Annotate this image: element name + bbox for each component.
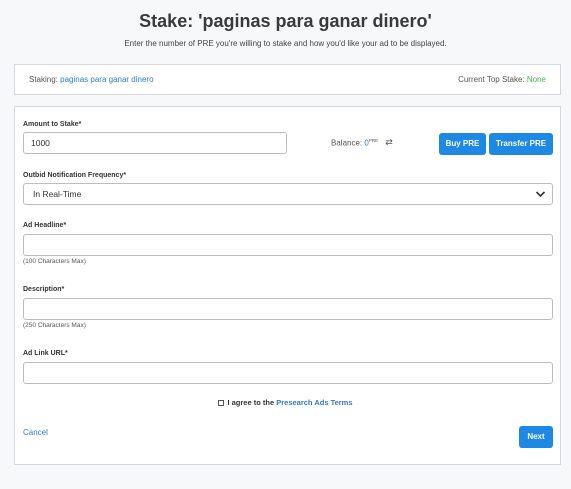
agree-terms-row: I agree to the Presearch Ads Terms	[0, 398, 571, 407]
headline-hint: (100 Characters Max)	[23, 258, 86, 265]
top-stake-label: Current Top Stake:	[458, 75, 525, 84]
staking-info: Staking: paginas para ganar dinero	[29, 75, 154, 84]
agree-checkbox[interactable]	[218, 400, 225, 407]
description-label: Description*	[23, 286, 65, 293]
link-input[interactable]	[23, 362, 553, 384]
cancel-link[interactable]: Cancel	[23, 428, 48, 437]
description-input[interactable]	[23, 298, 553, 320]
balance-display: Balance: 0PRE	[331, 138, 378, 148]
staking-summary: Staking: paginas para ganar dinero Curre…	[14, 64, 561, 95]
frequency-label: Outbid Notification Frequency*	[23, 172, 127, 179]
frequency-selected-value: In Real-Time	[33, 189, 82, 199]
balance-label: Balance:	[331, 138, 363, 148]
staking-keyword-link[interactable]: paginas para ganar dinero	[60, 75, 153, 84]
amount-label: Amount to Stake*	[23, 121, 82, 128]
link-label: Ad Link URL*	[23, 350, 68, 357]
frequency-select[interactable]: In Real-Time	[23, 183, 553, 205]
amount-input[interactable]: 1000	[23, 132, 287, 154]
top-stake-value: None	[526, 75, 546, 84]
chevron-down-icon	[535, 191, 546, 198]
stake-form-card	[14, 106, 561, 465]
top-stake-info: Current Top Stake: None	[458, 75, 546, 84]
description-hint: (250 Characters Max)	[23, 322, 86, 329]
terms-link[interactable]: Presearch Ads Terms	[276, 398, 352, 407]
headline-input[interactable]	[23, 234, 553, 256]
refresh-icon[interactable]: ⇄	[384, 137, 394, 147]
headline-label: Ad Headline*	[23, 222, 67, 229]
agree-text: I agree to the	[227, 398, 275, 407]
page-subtitle: Enter the number of PRE you're willing t…	[124, 39, 447, 48]
next-button[interactable]: Next	[519, 426, 553, 448]
staking-label: Staking:	[29, 75, 58, 84]
buy-pre-button[interactable]: Buy PRE	[439, 133, 486, 155]
balance-unit: PRE	[368, 138, 379, 143]
transfer-pre-button[interactable]: Transfer PRE	[489, 133, 553, 155]
page-title: Stake: 'paginas para ganar dinero'	[139, 11, 432, 31]
